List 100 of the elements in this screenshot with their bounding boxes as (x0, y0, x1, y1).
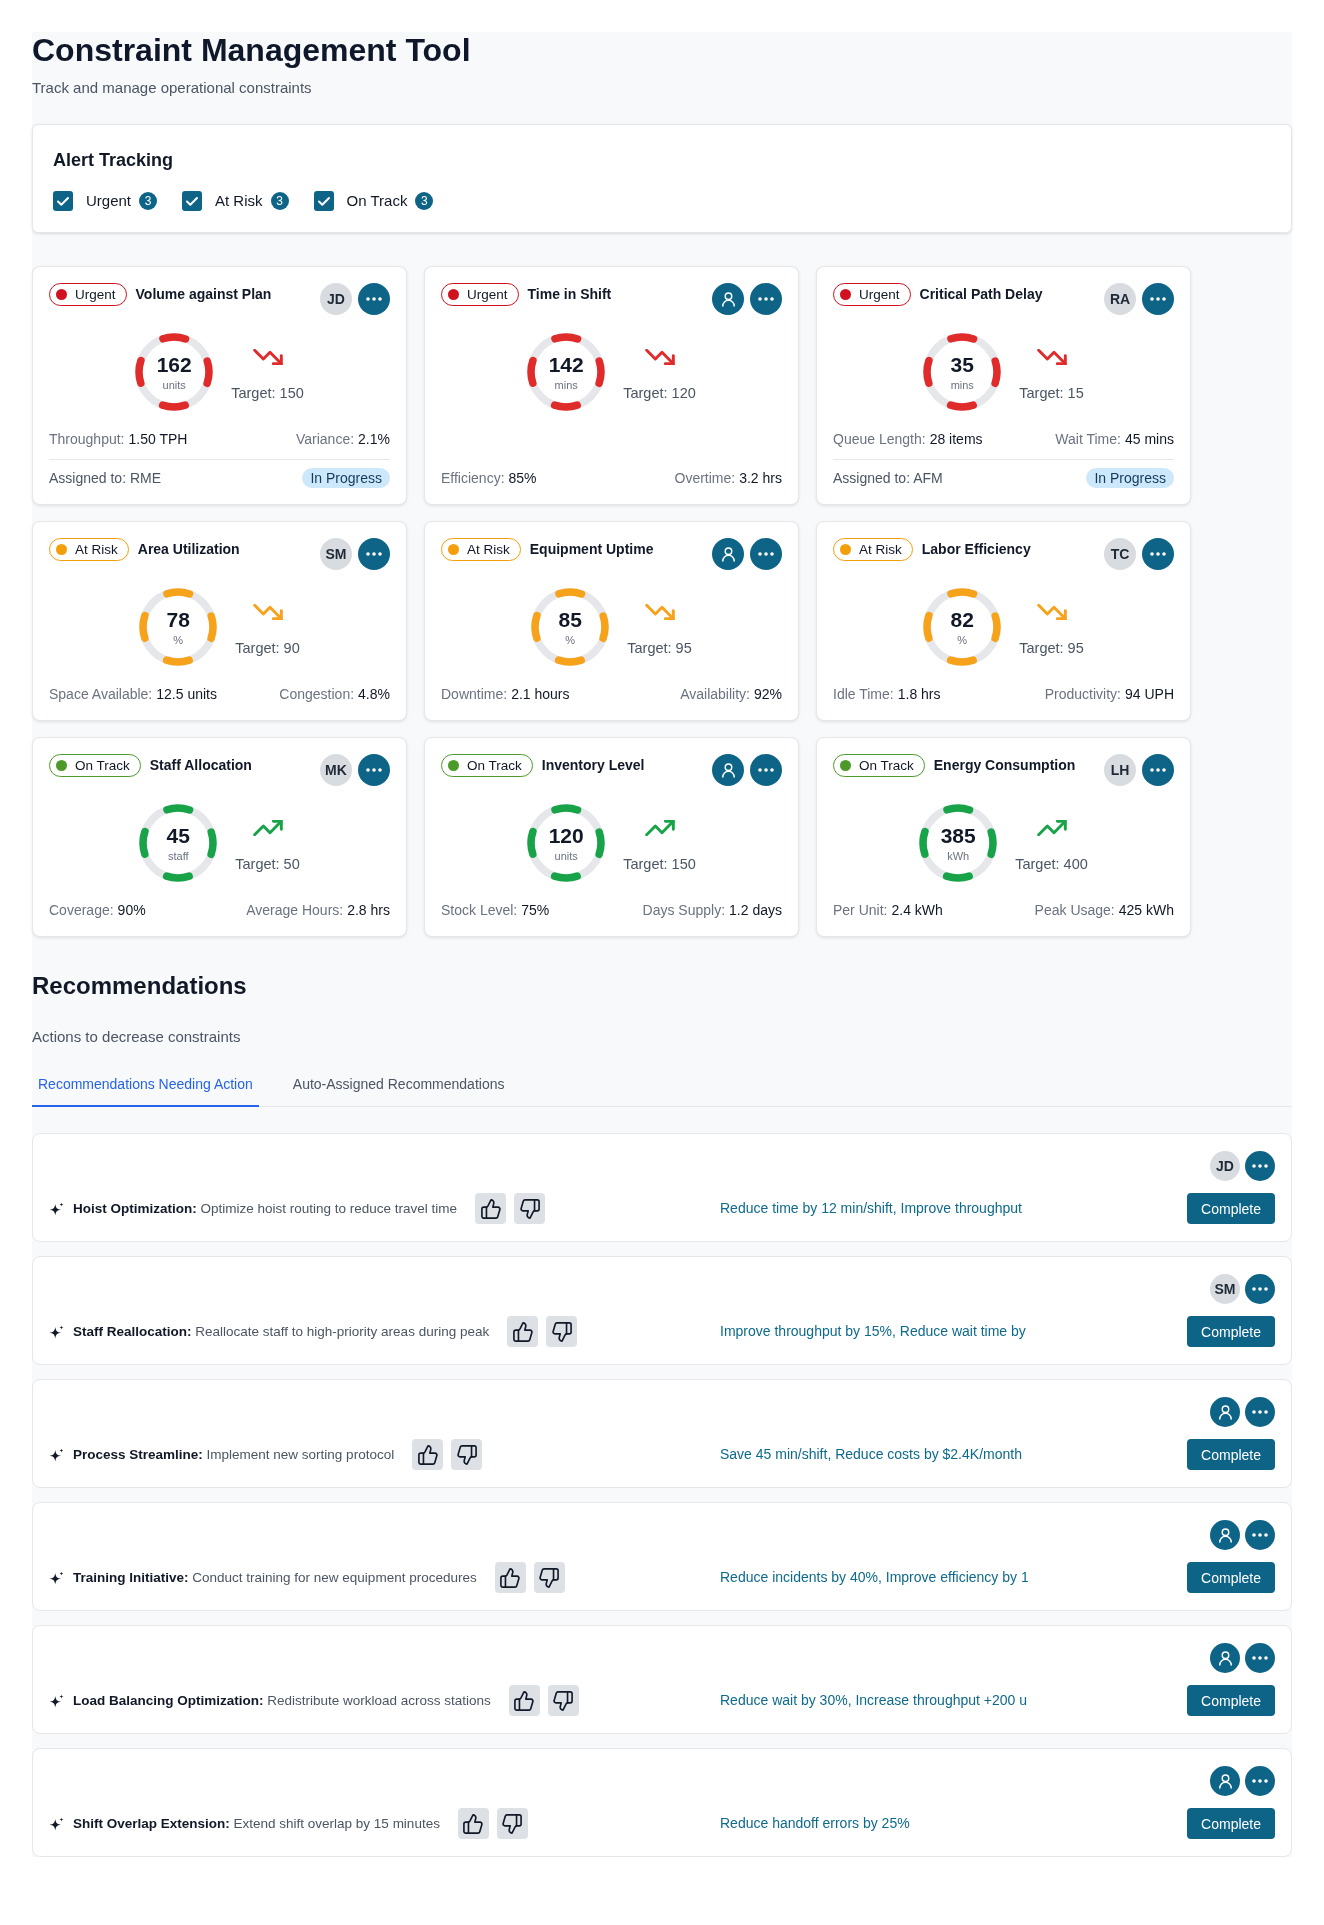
gauge-unit: units (554, 849, 578, 863)
sparkle-icon (49, 1816, 64, 1831)
thumbs-down-icon (456, 1444, 477, 1465)
target-text: Target: 50 (235, 855, 300, 874)
more-button[interactable] (1142, 538, 1174, 570)
more-button[interactable] (358, 283, 390, 315)
count-badge: 3 (415, 192, 434, 210)
complete-button[interactable]: Complete (1187, 1562, 1275, 1593)
card-title: Area Utilization (137, 540, 240, 559)
metric-value: 1.2 days (729, 901, 782, 920)
status-label: At Risk (467, 540, 510, 559)
metric-label: Downtime: (441, 685, 508, 704)
assigned-to-text: Assigned to: AFM (833, 469, 943, 488)
tab[interactable]: Recommendations Needing Action (32, 1064, 259, 1107)
thumbs-up-button[interactable] (475, 1193, 507, 1224)
thumbs-up-button[interactable] (412, 1439, 444, 1470)
impact-text: Improve throughput by 15%, Reduce wait time by (720, 1322, 1027, 1341)
more-button[interactable] (1245, 1520, 1275, 1550)
gauge-unit: % (173, 633, 184, 647)
status-label: On Track (75, 756, 130, 775)
progress-badge: In Progress (1086, 468, 1174, 488)
checkbox[interactable] (53, 191, 73, 211)
metric-value: 2.1 hours (511, 685, 570, 704)
assigned-to-text: Assigned to: RME (49, 469, 162, 488)
metric-label: Space Available: (49, 685, 153, 704)
trend-up-icon (1036, 820, 1067, 836)
trend-down-icon (1036, 604, 1067, 620)
complete-button[interactable]: Complete (1187, 1685, 1275, 1716)
assign-button[interactable] (1210, 1643, 1240, 1673)
trend-down-icon (252, 349, 283, 365)
thumbs-down-button[interactable] (496, 1808, 528, 1839)
metric-value: 2.1% (358, 430, 390, 449)
more-button[interactable] (358, 754, 390, 786)
avatar: LH (1104, 754, 1136, 786)
thumbs-down-button[interactable] (533, 1562, 565, 1593)
assign-button[interactable] (1210, 1766, 1240, 1796)
thumbs-up-button[interactable] (507, 1316, 539, 1347)
assign-button[interactable] (1210, 1520, 1240, 1550)
card-title: Inventory Level (541, 756, 645, 775)
page-title: Constraint Management Tool (32, 32, 472, 68)
status-label: Urgent (859, 285, 900, 304)
more-button[interactable] (1245, 1397, 1275, 1427)
recommendation-text: Process Streamline: Implement new sorting protocol (73, 1445, 395, 1464)
metric-label: Congestion: (279, 685, 355, 704)
metric-label: Availability: (680, 685, 750, 704)
target-text: Target: 120 (623, 384, 696, 403)
thumbs-down-button[interactable] (514, 1193, 546, 1224)
gauge-value: 142 (548, 352, 584, 377)
assign-button[interactable] (1210, 1397, 1240, 1427)
thumbs-up-icon (512, 1321, 533, 1342)
more-button[interactable] (1142, 283, 1174, 315)
recommendation-text: Load Balancing Optimization: Redistribute workload across stations (73, 1691, 491, 1710)
more-button[interactable] (1245, 1766, 1275, 1796)
more-button[interactable] (750, 538, 782, 570)
metric-value: 75% (521, 901, 550, 920)
more-button[interactable] (1245, 1151, 1275, 1181)
metric-label: Days Supply: (642, 901, 726, 920)
count-badge: 3 (270, 192, 289, 210)
metric-value: 1.8 hrs (897, 685, 941, 704)
section-title: Recommendations (32, 972, 248, 1000)
metric-value: 28 items (929, 430, 983, 449)
gauge-unit: kWh (947, 849, 970, 863)
person-icon (721, 762, 735, 778)
complete-button[interactable]: Complete (1187, 1808, 1275, 1839)
recommendation-text: Shift Overlap Extension: Extend shift overlap by 15 minutes (73, 1814, 440, 1833)
metric-label: Variance: (295, 430, 355, 449)
assign-button[interactable] (712, 754, 744, 786)
impact-text: Reduce handoff errors by 25% (720, 1814, 911, 1833)
person-icon (1218, 1773, 1232, 1789)
target-text: Target: 95 (1019, 639, 1084, 658)
sparkle-icon (49, 1693, 64, 1708)
tab[interactable]: Auto-Assigned Recommendations (286, 1064, 511, 1107)
thumbs-down-button[interactable] (546, 1316, 578, 1347)
gauge-unit: mins (554, 378, 578, 392)
thumbs-up-button[interactable] (508, 1685, 540, 1716)
assign-button[interactable] (712, 538, 744, 570)
metric-value: 1.50 TPH (128, 430, 188, 449)
assign-button[interactable] (712, 283, 744, 315)
complete-button[interactable]: Complete (1187, 1439, 1275, 1470)
complete-button[interactable]: Complete (1187, 1316, 1275, 1347)
more-button[interactable] (1245, 1274, 1275, 1304)
recommendation-text: Staff Reallocation: Reallocate staff to high-priority areas during peak (73, 1322, 490, 1341)
status-label: At Risk (859, 540, 902, 559)
recommendation-text: Training Initiative: Conduct training for new equipment procedures (73, 1568, 477, 1587)
checkbox[interactable] (313, 191, 334, 211)
more-button[interactable] (1245, 1643, 1275, 1673)
thumbs-down-button[interactable] (547, 1685, 579, 1716)
more-button[interactable] (750, 754, 782, 786)
checkbox[interactable] (182, 191, 203, 211)
thumbs-down-button[interactable] (451, 1439, 483, 1470)
card-title: Equipment Uptime (529, 540, 654, 559)
complete-button[interactable]: Complete (1187, 1193, 1275, 1224)
person-icon (1218, 1404, 1232, 1420)
more-button[interactable] (750, 283, 782, 315)
filter-label: On Track (346, 191, 408, 211)
more-icon (1150, 297, 1166, 301)
more-button[interactable] (358, 538, 390, 570)
more-button[interactable] (1142, 754, 1174, 786)
thumbs-up-button[interactable] (457, 1808, 489, 1839)
thumbs-up-button[interactable] (494, 1562, 526, 1593)
